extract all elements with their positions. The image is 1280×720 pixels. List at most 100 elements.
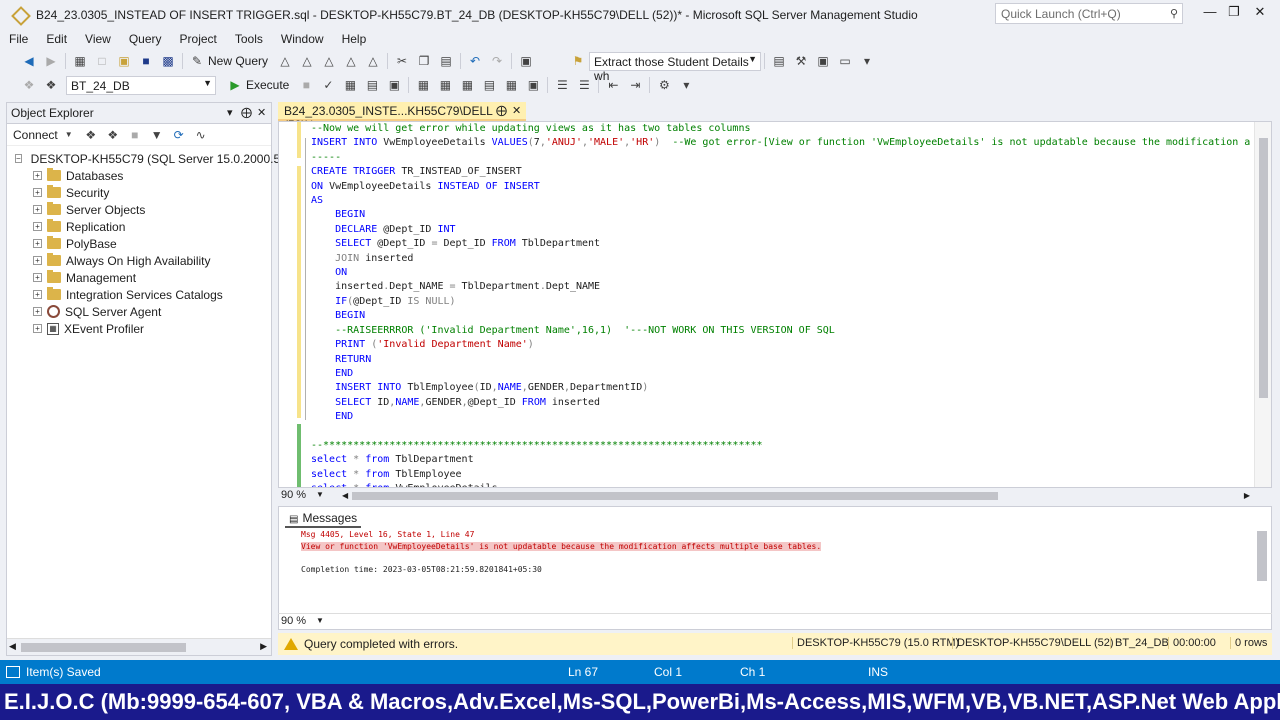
decrease-indent-icon[interactable]: ⇤ [604, 77, 622, 93]
xmla-query-icon[interactable]: △ [320, 53, 338, 69]
tree-node-polybase[interactable]: + PolyBase [7, 235, 271, 252]
cut-icon[interactable]: ✂ [393, 53, 411, 69]
tree-node-security[interactable]: + Security [7, 184, 271, 201]
results-to-text-icon[interactable]: ▤ [480, 77, 498, 93]
menu-tools[interactable]: Tools [226, 32, 272, 46]
undo-icon[interactable]: ↶ [466, 53, 484, 69]
scroll-right-icon[interactable]: ▶ [1244, 491, 1250, 500]
pin-icon[interactable]: ⨁ [496, 104, 507, 117]
tree-node-databases[interactable]: + Databases [7, 167, 271, 184]
tree-node-replication[interactable]: + Replication [7, 218, 271, 235]
include-plan-icon[interactable]: ▦ [414, 77, 432, 93]
menu-window[interactable]: Window [272, 32, 333, 46]
tree-node-always-on[interactable]: + Always On High Availability [7, 252, 271, 269]
refresh-icon[interactable]: ⟳ [170, 127, 188, 143]
tree-node-integration-services[interactable]: + Integration Services Catalogs [7, 286, 271, 303]
activity-monitor-icon[interactable]: ▣ [517, 53, 535, 69]
increase-indent-icon[interactable]: ⇥ [626, 77, 644, 93]
scroll-left-icon[interactable]: ◀ [342, 491, 348, 500]
menu-file[interactable]: File [0, 32, 37, 46]
back-icon[interactable]: ◀ [20, 53, 38, 69]
new-query-icon[interactable]: ✎ [188, 53, 206, 69]
disconnect-icon[interactable]: ❖ [104, 127, 122, 143]
parse-icon[interactable]: ✓ [319, 77, 337, 93]
pin-icon[interactable]: ⨁ [241, 106, 252, 119]
editor-vertical-scrollbar[interactable] [1254, 122, 1271, 487]
search-icon[interactable]: ⚲ [1170, 7, 1178, 20]
object-explorer-scrollbar[interactable]: ◀ ▶ [7, 638, 271, 655]
properties-icon[interactable]: ⚒ [792, 53, 810, 69]
copy-icon[interactable]: ❐ [415, 53, 433, 69]
paste-icon[interactable]: ▤ [437, 53, 455, 69]
expand-icon[interactable]: + [33, 324, 42, 333]
forward-icon[interactable]: ▶ [42, 53, 60, 69]
output-window-icon[interactable] [6, 666, 20, 678]
sql-editor[interactable]: --Now we will get error while updating v… [278, 121, 1272, 488]
dax-query-icon[interactable]: △ [364, 53, 382, 69]
connect-button[interactable]: Connect [13, 128, 58, 142]
messages-output[interactable]: Msg 4405, Level 16, State 1, Line 47 Vie… [301, 529, 822, 575]
expand-icon[interactable]: + [33, 307, 42, 316]
menu-view[interactable]: View [76, 32, 120, 46]
dmx-query-icon[interactable]: △ [298, 53, 316, 69]
menu-query[interactable]: Query [120, 32, 171, 46]
stop-icon[interactable]: ■ [126, 127, 144, 143]
tab-messages[interactable]: ▤ Messages [285, 509, 362, 528]
collapse-icon[interactable]: − [15, 154, 22, 163]
client-stats-icon[interactable]: ▦ [458, 77, 476, 93]
comment-icon[interactable]: ☰ [553, 77, 571, 93]
tree-node-server[interactable]: − DESKTOP-KH55C79 (SQL Server 15.0.2000.… [7, 150, 287, 167]
chevron-down-icon[interactable]: ▼ [60, 127, 78, 143]
database-combo[interactable]: BT_24_DB ▼ [66, 75, 216, 95]
new-query-button[interactable]: New Query [208, 54, 268, 68]
close-icon[interactable]: ✕ [257, 106, 266, 119]
expand-icon[interactable]: + [33, 290, 42, 299]
menu-edit[interactable]: Edit [37, 32, 76, 46]
connect-icon[interactable]: ❖ [82, 127, 100, 143]
scroll-thumb[interactable] [1259, 138, 1268, 398]
output-icon[interactable]: ▭ [836, 53, 854, 69]
redo-icon[interactable]: ↷ [488, 53, 506, 69]
messages-zoom-combo[interactable]: 90 % ▼ [278, 615, 334, 627]
editor-horizontal-scroll-thumb[interactable] [352, 492, 998, 500]
expand-icon[interactable]: + [33, 239, 42, 248]
expand-icon[interactable]: + [33, 222, 42, 231]
execute-button[interactable]: Execute [246, 78, 289, 92]
open-file-icon[interactable]: ▣ [115, 53, 133, 69]
expand-icon[interactable]: + [33, 205, 42, 214]
solution-explorer-icon[interactable]: ▤ [770, 53, 788, 69]
add-item-icon[interactable]: □ [93, 53, 111, 69]
scroll-right-icon[interactable]: ▶ [260, 641, 267, 652]
query-designer-icon[interactable]: ▤ [363, 77, 381, 93]
code-text[interactable]: --Now we will get error while updating v… [311, 122, 1250, 487]
dropdown-icon[interactable]: ▾ [227, 106, 233, 119]
chevron-down-icon[interactable]: ▼ [203, 78, 212, 88]
chevron-down-icon[interactable]: ▼ [316, 490, 324, 499]
tab-query-document[interactable]: B24_23.0305_INSTE...KH55C79\DELL (52))* … [278, 102, 526, 132]
quick-launch-input[interactable]: Quick Launch (Ctrl+Q) ⚲ [995, 3, 1183, 24]
intellisense-icon[interactable]: ▣ [385, 77, 403, 93]
new-project-icon[interactable]: ▦ [71, 53, 89, 69]
save-all-icon[interactable]: ▩ [159, 53, 177, 69]
activity-icon[interactable]: ∿ [192, 127, 210, 143]
menu-project[interactable]: Project [171, 32, 226, 46]
toolbar-options-icon[interactable]: ▾ [677, 77, 695, 93]
close-button[interactable]: ✕ [1248, 4, 1272, 24]
tree-node-management[interactable]: + Management [7, 269, 271, 286]
find-combo[interactable]: Extract those Student Details wh ▼ [589, 51, 762, 83]
das-query-icon[interactable]: △ [342, 53, 360, 69]
display-plan-icon[interactable]: ▦ [341, 77, 359, 93]
scroll-thumb[interactable] [21, 643, 186, 652]
save-icon[interactable]: ■ [137, 53, 155, 69]
find-icon[interactable]: ⚑ [569, 53, 587, 69]
filter-icon[interactable]: ▼ [148, 127, 166, 143]
tree-node-xevent-profiler[interactable]: + ▦ XEvent Profiler [7, 320, 271, 337]
expand-icon[interactable]: + [33, 188, 42, 197]
change-connection-icon[interactable]: ❖ [42, 77, 60, 93]
expand-icon[interactable]: + [33, 273, 42, 282]
execute-icon[interactable]: ▶ [226, 77, 244, 93]
stop-icon[interactable]: ■ [297, 77, 315, 93]
menu-help[interactable]: Help [333, 32, 376, 46]
specify-values-icon[interactable]: ⚙ [655, 77, 673, 93]
results-to-file-icon[interactable]: ▣ [524, 77, 542, 93]
